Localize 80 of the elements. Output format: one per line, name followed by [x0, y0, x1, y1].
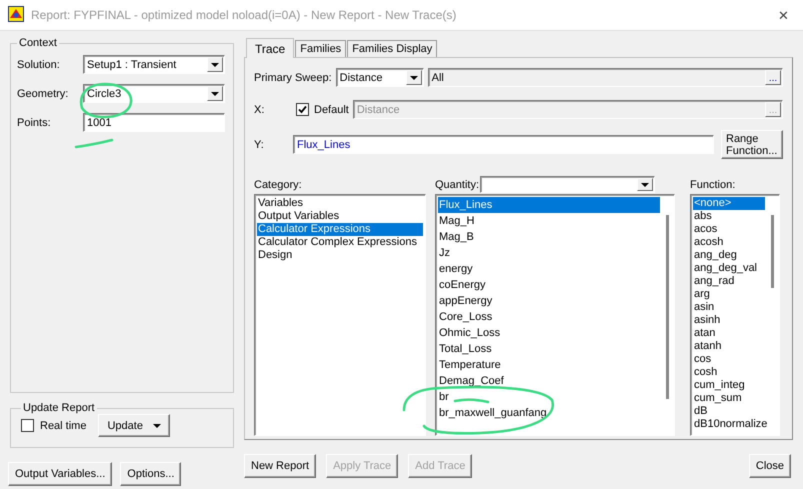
list-item[interactable]: acos	[693, 223, 765, 236]
group-title: Update Report	[22, 402, 96, 414]
list-item[interactable]: ang_deg_val	[693, 262, 765, 275]
list-box[interactable]: <none> abs acos acosh ang_deg ang_deg_val ang_rad arg asin asinh atan atanh cos cosh cum_integ cum_sum dB dB10normalize	[690, 194, 780, 436]
list-item[interactable]: Calculator Complex Expressions	[257, 236, 423, 249]
scroll-thumb[interactable]	[666, 215, 669, 399]
list-box[interactable]: Flux_Lines Mag_H Mag_B Jz energy coEnergy appEnergy Core_Loss Ohmic_Loss Total_Loss Temperature Demag_Coef br br_maxwell_guanfang	[435, 194, 675, 436]
list-item[interactable]: atan	[693, 327, 765, 340]
field-label: X:	[254, 104, 266, 116]
update-button[interactable]: Update	[98, 414, 170, 437]
list-item[interactable]: Calculator Expressions	[257, 223, 423, 236]
checkbox-label: Default	[314, 104, 349, 116]
dropdown-field[interactable]: Setup1 : Transient	[83, 55, 225, 74]
list-item[interactable]: appEnergy	[438, 293, 660, 309]
tab[interactable]: Families	[295, 40, 346, 57]
dropdown-field[interactable]: Distance	[336, 68, 424, 87]
close-button[interactable]: Close	[748, 454, 791, 478]
dialog-button[interactable]: Options...	[120, 462, 182, 486]
close-icon[interactable]: ✕	[772, 8, 795, 22]
range-function-button[interactable]: Range Function...	[721, 130, 783, 159]
list-label: Function:	[690, 178, 736, 190]
list-item[interactable]: coEnergy	[438, 277, 660, 293]
default-checkbox[interactable]	[296, 103, 309, 116]
checkbox-label: Real time	[40, 420, 86, 432]
list-item[interactable]: Jz	[438, 245, 660, 261]
list-item[interactable]: arg	[693, 288, 765, 301]
list-item[interactable]: Temperature	[438, 357, 660, 373]
range-field[interactable]: All ...	[428, 68, 783, 87]
real-time-checkbox[interactable]	[21, 419, 34, 432]
field-label: Primary Sweep:	[254, 72, 332, 84]
dropdown-field[interactable]: Circle3	[83, 84, 225, 103]
field-label: Points:	[17, 116, 52, 128]
list-item[interactable]: Core_Loss	[438, 309, 660, 325]
annotation-stroke	[74, 138, 114, 148]
list-item[interactable]: energy	[438, 261, 660, 277]
tab[interactable]: Trace	[246, 38, 294, 58]
group-title: Context	[18, 37, 58, 49]
field-label: Y:	[254, 138, 265, 150]
list-item[interactable]: Design	[257, 249, 423, 262]
y-field[interactable]: Flux_Lines	[293, 135, 714, 154]
list-label: Quantity:	[435, 178, 480, 190]
list-item[interactable]: Output Variables	[257, 210, 423, 223]
list-item[interactable]: Mag_B	[438, 229, 660, 245]
list-box[interactable]: Variables Output Variables Calculator Expressions Calculator Complex Expressions Design	[254, 194, 426, 436]
list-item[interactable]: dB	[693, 405, 765, 418]
field-label: Geometry:	[17, 88, 70, 100]
list-label: Category:	[254, 178, 302, 190]
list-item[interactable]: asinh	[693, 314, 765, 327]
list-item[interactable]: Mag_H	[438, 213, 660, 229]
list-item[interactable]: ang_deg	[693, 249, 765, 262]
caret-icon	[152, 424, 161, 428]
list-item[interactable]: cos	[693, 353, 765, 366]
list-item[interactable]: cum_sum	[693, 392, 765, 405]
window-title: Report: FYPFINAL - optimized model noload(i=0A) - New Report - New Trace(s)	[31, 8, 458, 22]
field-label: Solution:	[17, 58, 61, 70]
list-item[interactable]: abs	[693, 210, 765, 223]
tab[interactable]: Families Display	[347, 40, 438, 57]
list-item[interactable]: Demag_Coef	[438, 373, 660, 389]
dialog-button[interactable]: Output Variables...	[8, 462, 112, 486]
list-item[interactable]: atanh	[693, 340, 765, 353]
list-item[interactable]: dB10normalize	[693, 418, 765, 431]
dialog-button[interactable]: New Report	[244, 454, 316, 478]
annotation-stroke	[454, 398, 490, 404]
list-item[interactable]: <none>	[693, 197, 765, 210]
list-item[interactable]: Variables	[257, 197, 423, 210]
list-item[interactable]: Ohmic_Loss	[438, 325, 660, 341]
list-item[interactable]: cum_integ	[693, 379, 765, 392]
list-item[interactable]: br	[438, 389, 660, 405]
list-item[interactable]: acosh	[693, 236, 765, 249]
input-field[interactable]: 1001	[83, 113, 225, 132]
list-item[interactable]: cosh	[693, 366, 765, 379]
list-item[interactable]: asin	[693, 301, 765, 314]
app-logo-icon	[8, 6, 24, 22]
browse-button[interactable]: ...	[765, 70, 781, 85]
list-item[interactable]: Flux_Lines	[438, 197, 660, 213]
list-item[interactable]: Total_Loss	[438, 341, 660, 357]
list-item[interactable]: ang_rad	[693, 275, 765, 288]
filter-dropdown[interactable]	[480, 176, 656, 193]
list-item[interactable]: br_maxwell_guanfang	[438, 405, 660, 421]
scroll-thumb[interactable]	[771, 215, 774, 288]
